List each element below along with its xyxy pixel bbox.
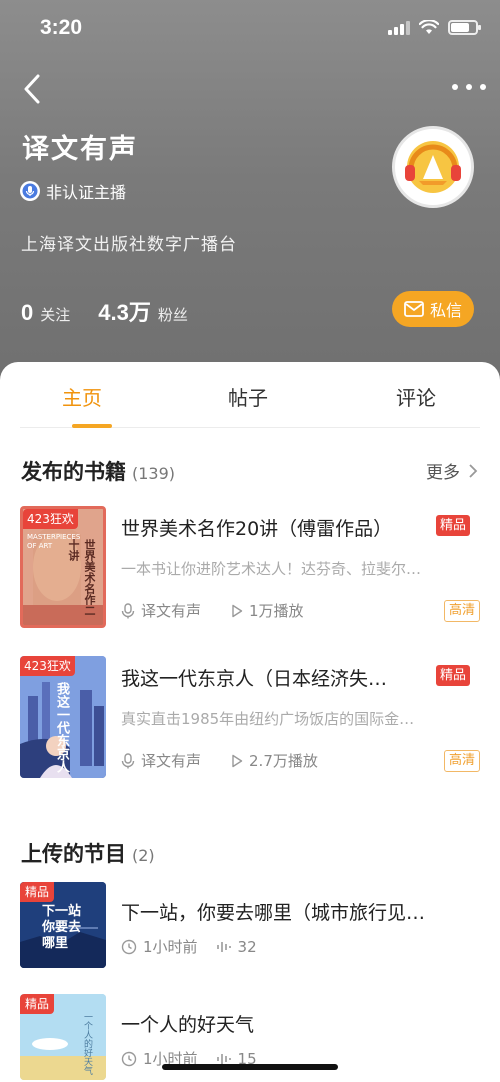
tab-comments[interactable]: 评论 bbox=[396, 382, 436, 411]
hd-badge: 高清 bbox=[443, 750, 480, 772]
book-item[interactable]: 423狂欢 MASTERPIECES OF ART 世界美术名作二十讲 世界美术… bbox=[20, 506, 480, 630]
message-label: 私信 bbox=[429, 301, 462, 320]
book-plays: 2.7万播放 bbox=[231, 750, 318, 771]
program-title: 一个人的好天气 bbox=[121, 1014, 255, 1036]
plays-label: 2.7万播放 bbox=[249, 752, 318, 770]
anchor-description: 上海译文出版社数字广播台 bbox=[21, 235, 237, 255]
time-label: 1小时前 bbox=[143, 938, 198, 956]
book-title: 世界美术名作20讲（傅雷作品） bbox=[121, 518, 393, 540]
tab-indicator bbox=[72, 424, 112, 428]
headphone-logo-icon bbox=[405, 141, 461, 193]
premium-badge: 精品 bbox=[435, 665, 470, 686]
battery-icon bbox=[448, 20, 481, 35]
avatar[interactable] bbox=[392, 126, 474, 208]
anchor-name: 译文有声 bbox=[22, 134, 138, 165]
book-plays: 1万播放 bbox=[231, 600, 304, 621]
microphone-icon bbox=[121, 752, 135, 768]
home-indicator[interactable] bbox=[162, 1064, 338, 1070]
status-time: 3:20 bbox=[40, 16, 83, 39]
book-cover: 423狂欢 MASTERPIECES OF ART 世界美术名作二十讲 bbox=[20, 506, 106, 628]
hd-badge: 高清 bbox=[443, 600, 480, 622]
wifi-icon bbox=[419, 20, 439, 34]
microphone-icon bbox=[121, 602, 135, 618]
chevron-right-icon bbox=[469, 463, 478, 478]
tab-posts[interactable]: 帖子 bbox=[228, 382, 268, 411]
clock-icon bbox=[121, 1051, 137, 1066]
books-more-link[interactable]: 更多 bbox=[426, 458, 478, 483]
program-cover: 精品 一个人的好天气 bbox=[20, 994, 106, 1080]
program-meta: 1小时前 32 bbox=[121, 936, 275, 957]
profile-stats: 0 关注 4.3万 粉丝 bbox=[21, 295, 188, 327]
play-icon bbox=[232, 604, 243, 617]
tab-bar: 主页 帖子 评论 bbox=[20, 362, 480, 428]
profile-header: 3:20 译文有声 非认证主播 上海译文出版社数字广播台 0 关注 4.3万 粉… bbox=[0, 0, 500, 400]
play-icon bbox=[232, 754, 243, 767]
followers-count[interactable]: 4.3万 bbox=[98, 295, 151, 327]
audio-wave-icon bbox=[216, 941, 231, 952]
plays-label: 1万播放 bbox=[249, 602, 304, 620]
more-label: 更多 bbox=[426, 463, 460, 483]
cover-title: 我这一代东京人 bbox=[54, 682, 69, 773]
cover-title: 一个人的好天气 bbox=[82, 1012, 92, 1075]
author-label: 译文有声 bbox=[141, 602, 202, 620]
programs-count: (2) bbox=[132, 846, 155, 865]
cover-title: 下一站你要去哪里 bbox=[42, 904, 82, 951]
book-subtitle: 真实直击1985年由纽约广场饭店的国际金… bbox=[121, 710, 415, 728]
envelope-icon bbox=[404, 301, 424, 317]
microphone-icon bbox=[20, 181, 40, 201]
book-cover: 423狂欢 我这一代东京人 bbox=[20, 656, 106, 778]
status-bar: 3:20 bbox=[0, 0, 500, 60]
book-meta: 译文有声 2.7万播放 bbox=[121, 750, 348, 771]
programs-section-title: 上传的节目 (2) bbox=[21, 838, 155, 868]
books-section-label: 发布的书籍 bbox=[21, 460, 126, 484]
program-cover: 精品 下一站你要去哪里 bbox=[20, 882, 106, 968]
books-section-title: 发布的书籍 (139) bbox=[21, 456, 175, 486]
programs-section-label: 上传的节目 bbox=[21, 842, 126, 866]
program-item[interactable]: 精品 下一站你要去哪里 下一站，你要去哪里（城市旅行见… 1小时前 32 bbox=[20, 882, 480, 970]
promo-tag: 423狂欢 bbox=[23, 509, 78, 529]
program-tag: 精品 bbox=[20, 882, 55, 902]
promo-tag: 423狂欢 bbox=[20, 656, 75, 676]
books-count: (139) bbox=[132, 464, 176, 483]
followers-label[interactable]: 粉丝 bbox=[158, 304, 188, 325]
badge-label: 非认证主播 bbox=[46, 183, 127, 202]
signal-icon bbox=[388, 20, 410, 35]
back-arrow-icon[interactable] bbox=[18, 70, 48, 108]
clock-icon bbox=[121, 939, 137, 954]
author-label: 译文有声 bbox=[141, 752, 202, 770]
book-author: 译文有声 bbox=[121, 750, 201, 771]
book-author: 译文有声 bbox=[121, 600, 201, 621]
plays-label: 32 bbox=[237, 937, 257, 956]
book-subtitle: 一本书让你进阶艺术达人！达芬奇、拉斐尔… bbox=[121, 560, 422, 578]
following-count[interactable]: 0 bbox=[21, 300, 33, 326]
premium-badge: 精品 bbox=[435, 515, 470, 536]
more-options-icon[interactable] bbox=[452, 76, 486, 98]
program-plays: 32 bbox=[216, 938, 257, 956]
cover-title: 世界美术名作二十讲 bbox=[67, 539, 96, 616]
tab-home[interactable]: 主页 bbox=[62, 382, 102, 411]
book-item[interactable]: 423狂欢 我这一代东京人 我这一代东京人（日本经济失… 精品 真实直击1985… bbox=[20, 656, 480, 780]
program-tag: 精品 bbox=[20, 994, 55, 1014]
book-title: 我这一代东京人（日本经济失… bbox=[121, 668, 388, 690]
book-meta: 译文有声 1万播放 bbox=[121, 600, 334, 621]
status-icons bbox=[388, 20, 481, 35]
anchor-badge: 非认证主播 bbox=[20, 179, 126, 203]
following-label[interactable]: 关注 bbox=[40, 304, 70, 325]
program-time: 1小时前 bbox=[121, 936, 198, 957]
program-title: 下一站，你要去哪里（城市旅行见… bbox=[121, 902, 426, 924]
message-button[interactable]: 私信 bbox=[392, 291, 474, 327]
content-panel: 主页 帖子 评论 发布的书籍 (139) 更多 423狂欢 MASTERPIECE… bbox=[0, 362, 500, 1082]
